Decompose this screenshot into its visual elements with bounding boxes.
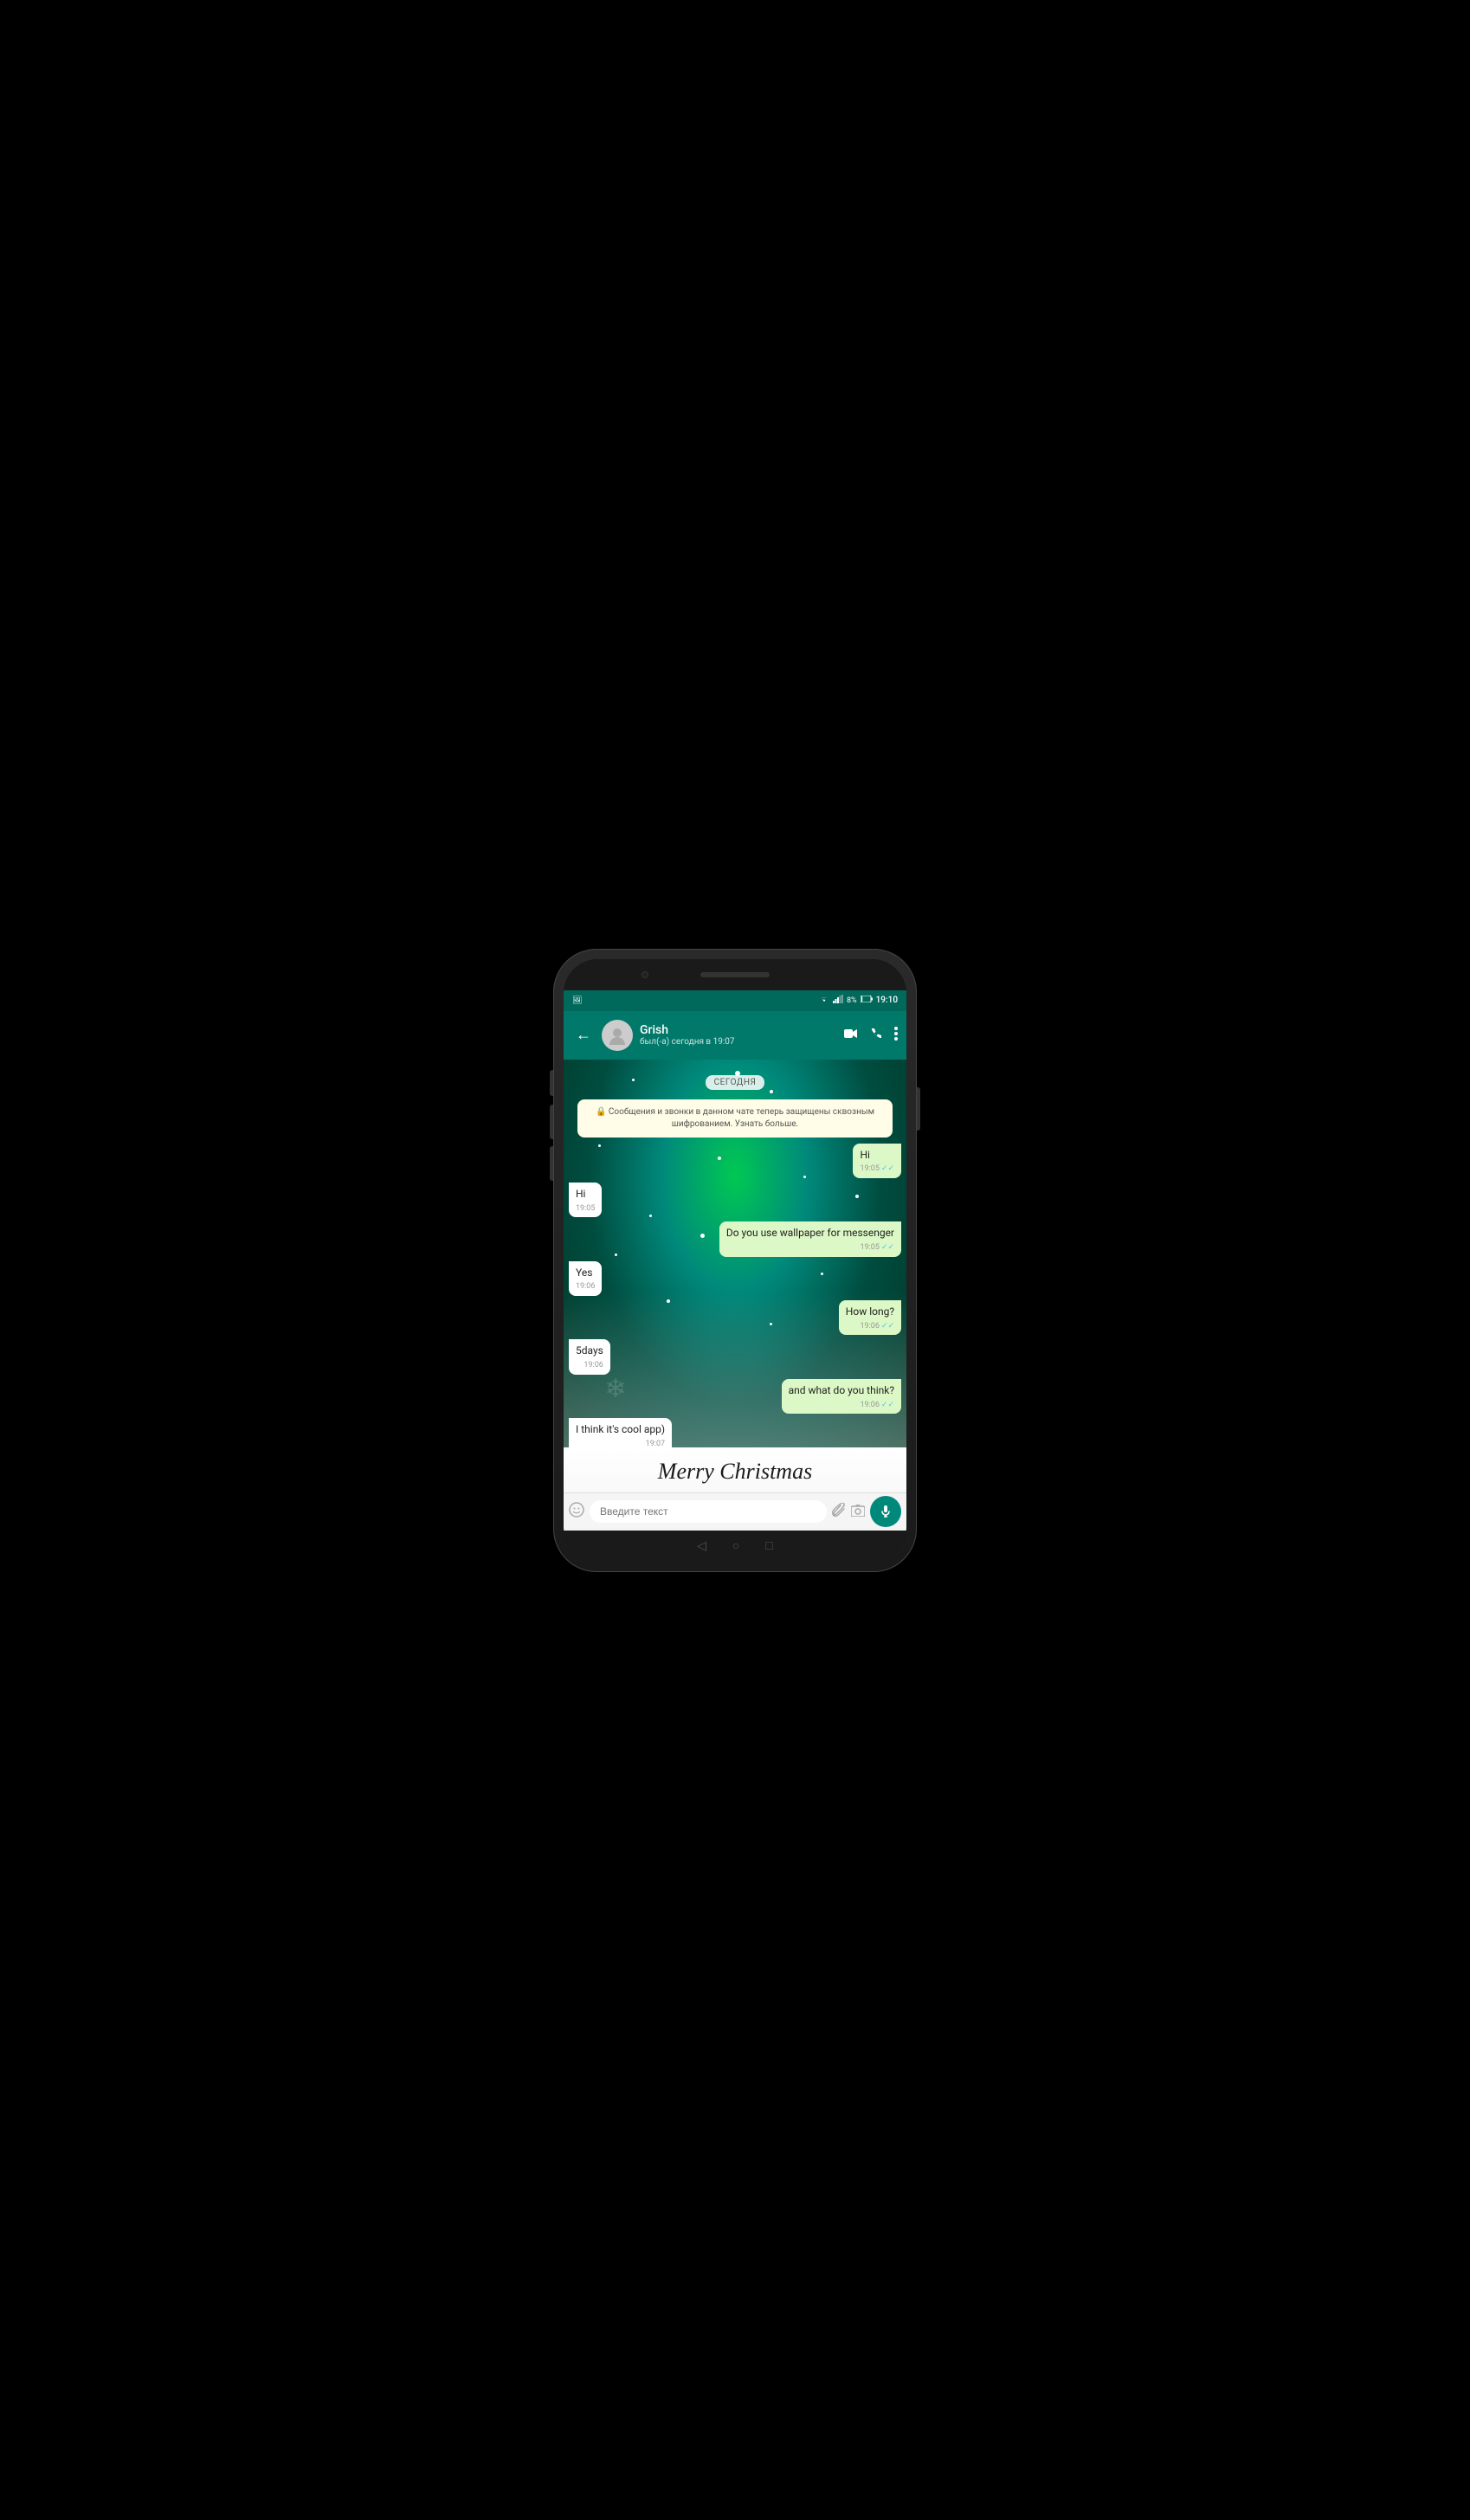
message-5: How long? 19:06 ✓✓: [569, 1300, 901, 1335]
msg-time-2: 19:05: [576, 1203, 595, 1215]
bubble-2: Hi 19:05: [569, 1183, 602, 1217]
back-nav-button[interactable]: ◁: [697, 1539, 706, 1553]
contact-name: Grish: [640, 1023, 837, 1037]
front-camera: [642, 971, 648, 978]
msg-text-8: I think it's cool app): [576, 1423, 665, 1435]
msg-text-2: Hi: [576, 1188, 585, 1200]
home-nav-button[interactable]: ○: [732, 1538, 739, 1553]
screen-content: 🖼 8% 19:10 ←: [564, 990, 906, 1531]
merry-christmas-text: Merry Christmas: [658, 1459, 812, 1484]
msg-text-1: Hi: [860, 1149, 869, 1161]
merry-christmas-banner: Merry Christmas: [564, 1447, 906, 1492]
volume-down-button: [550, 1105, 553, 1139]
msg-meta-7: 19:06 ✓✓: [789, 1400, 894, 1411]
contact-info[interactable]: Grish был(-а) сегодня в 19:07: [640, 1023, 837, 1047]
bubble-1: Hi 19:05 ✓✓: [853, 1144, 901, 1178]
msg-time-7: 19:06: [860, 1400, 879, 1411]
bubble-5: How long? 19:06 ✓✓: [839, 1300, 901, 1335]
msg-meta-6: 19:06: [576, 1360, 603, 1371]
date-separator: СЕГОДНЯ: [569, 1072, 901, 1088]
emoji-button[interactable]: [569, 1502, 584, 1521]
msg-meta-8: 19:07: [576, 1439, 665, 1447]
volume-up-button: [550, 1070, 553, 1096]
check-icon-1: ✓✓: [881, 1163, 894, 1175]
bubble-7: and what do you think? 19:06 ✓✓: [782, 1379, 901, 1414]
msg-text-5: How long?: [846, 1305, 894, 1318]
msg-time-1: 19:05: [860, 1163, 879, 1175]
encryption-notice: 🔒 Сообщения и звонки в данном чате тепер…: [577, 1099, 893, 1138]
msg-text-4: Yes: [576, 1266, 592, 1279]
app-bar-actions: [844, 1027, 898, 1044]
power-button: [917, 1087, 920, 1131]
message-1: Hi 19:05 ✓✓: [569, 1144, 901, 1178]
msg-meta-2: 19:05: [576, 1203, 595, 1215]
back-button[interactable]: ←: [572, 1022, 595, 1047]
chat-messages: СЕГОДНЯ 🔒 Сообщения и звонки в данном ча…: [564, 1060, 906, 1447]
video-call-icon[interactable]: [844, 1028, 858, 1042]
bubble-8: I think it's cool app) 19:07: [569, 1418, 672, 1447]
camera-button: [550, 1146, 553, 1181]
msg-meta-5: 19:06 ✓✓: [846, 1321, 894, 1332]
battery-icon: [861, 996, 873, 1005]
microphone-button[interactable]: [870, 1496, 901, 1527]
msg-time-3: 19:05: [860, 1242, 879, 1254]
message-2: Hi 19:05: [569, 1183, 901, 1217]
message-6: 5days 19:06: [569, 1339, 901, 1374]
message-8: I think it's cool app) 19:07: [569, 1418, 901, 1447]
msg-time-4: 19:06: [576, 1281, 595, 1292]
wifi-icon: [819, 995, 829, 1006]
status-right: 8% 19:10: [819, 995, 898, 1006]
bubble-6: 5days 19:06: [569, 1339, 610, 1374]
msg-meta-3: 19:05 ✓✓: [726, 1242, 894, 1254]
message-input[interactable]: [590, 1500, 827, 1523]
signal-icon: [833, 995, 843, 1006]
message-3: Do you use wallpaper for messenger 19:05…: [569, 1221, 901, 1256]
battery-percent: 8%: [847, 996, 857, 1005]
msg-text-6: 5days: [576, 1344, 603, 1357]
phone-call-icon[interactable]: [870, 1028, 882, 1043]
phone-nav-bar: ◁ ○ □: [564, 1531, 906, 1562]
msg-time-8: 19:07: [646, 1439, 665, 1447]
message-4: Yes 19:06: [569, 1261, 901, 1296]
recents-nav-button[interactable]: □: [765, 1538, 772, 1553]
msg-text-3: Do you use wallpaper for messenger: [726, 1227, 894, 1239]
earpiece-speaker: [700, 972, 770, 977]
check-icon-3: ✓✓: [881, 1242, 894, 1254]
camera-icon[interactable]: [851, 1504, 865, 1520]
msg-time-5: 19:06: [860, 1321, 879, 1332]
contact-status: был(-а) сегодня в 19:07: [640, 1037, 837, 1047]
notification-icon: 🖼: [572, 996, 582, 1005]
msg-text-7: and what do you think?: [789, 1384, 894, 1396]
phone-device: 🖼 8% 19:10 ←: [553, 949, 917, 1572]
check-icon-5: ✓✓: [881, 1321, 894, 1332]
message-input-area: [564, 1492, 906, 1531]
avatar: [602, 1020, 633, 1051]
check-icon-7: ✓✓: [881, 1400, 894, 1411]
attach-button[interactable]: [832, 1503, 846, 1520]
message-7: and what do you think? 19:06 ✓✓: [569, 1379, 901, 1414]
msg-time-6: 19:06: [583, 1360, 603, 1371]
msg-meta-4: 19:06: [576, 1281, 595, 1292]
app-bar: ← Grish был(-а) сегодня в 19:07: [564, 1011, 906, 1060]
phone-screen: 🖼 8% 19:10 ←: [564, 959, 906, 1562]
bubble-4: Yes 19:06: [569, 1261, 602, 1296]
clock: 19:10: [876, 996, 898, 1005]
chat-area: ❄ ❄ СЕГОДНЯ 🔒 Сообщения и звонки в данно…: [564, 1060, 906, 1447]
status-bar: 🖼 8% 19:10: [564, 990, 906, 1011]
msg-meta-1: 19:05 ✓✓: [860, 1163, 894, 1175]
encryption-text: 🔒 Сообщения и звонки в данном чате тепер…: [596, 1107, 874, 1129]
phone-top-bar: [564, 959, 906, 990]
bubble-3: Do you use wallpaper for messenger 19:05…: [719, 1221, 901, 1256]
status-left: 🖼: [572, 996, 582, 1005]
date-label: СЕГОДНЯ: [706, 1075, 765, 1090]
more-options-icon[interactable]: [894, 1027, 898, 1044]
